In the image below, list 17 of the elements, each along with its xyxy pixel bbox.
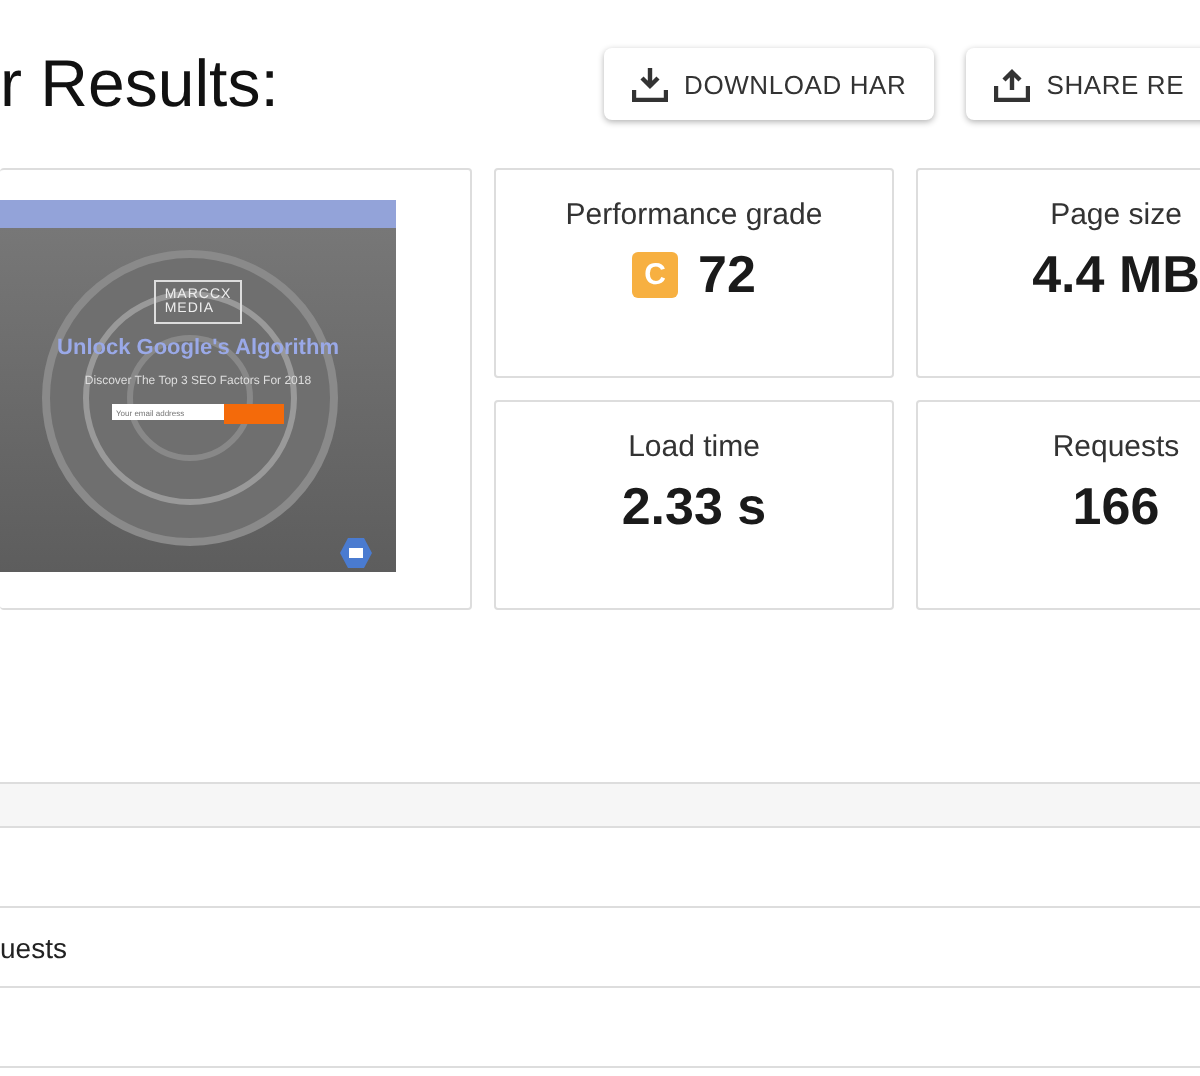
site-headline: Unlock Google's Algorithm — [57, 336, 339, 360]
grade-badge: C — [632, 252, 679, 298]
metric-label: Load time — [628, 430, 760, 464]
metric-value: 166 — [1072, 476, 1160, 538]
mail-icon — [340, 538, 372, 568]
metric-label: Performance grade — [565, 198, 823, 232]
metric-value: 4.4 MB — [1032, 244, 1200, 306]
metric-value: 72 — [698, 244, 756, 306]
download-button[interactable]: DOWNLOAD HAR — [604, 48, 935, 120]
metric-label: Requests — [1052, 430, 1180, 464]
upload-icon — [994, 66, 1031, 102]
page-heading: r Results: — [0, 46, 281, 122]
share-button[interactable]: SHARE RE — [966, 48, 1200, 120]
download-icon — [632, 66, 668, 102]
metric-value: 2.33 s — [621, 476, 767, 538]
table-cell: uests — [0, 931, 67, 963]
metric-label: Page size — [1050, 198, 1182, 232]
